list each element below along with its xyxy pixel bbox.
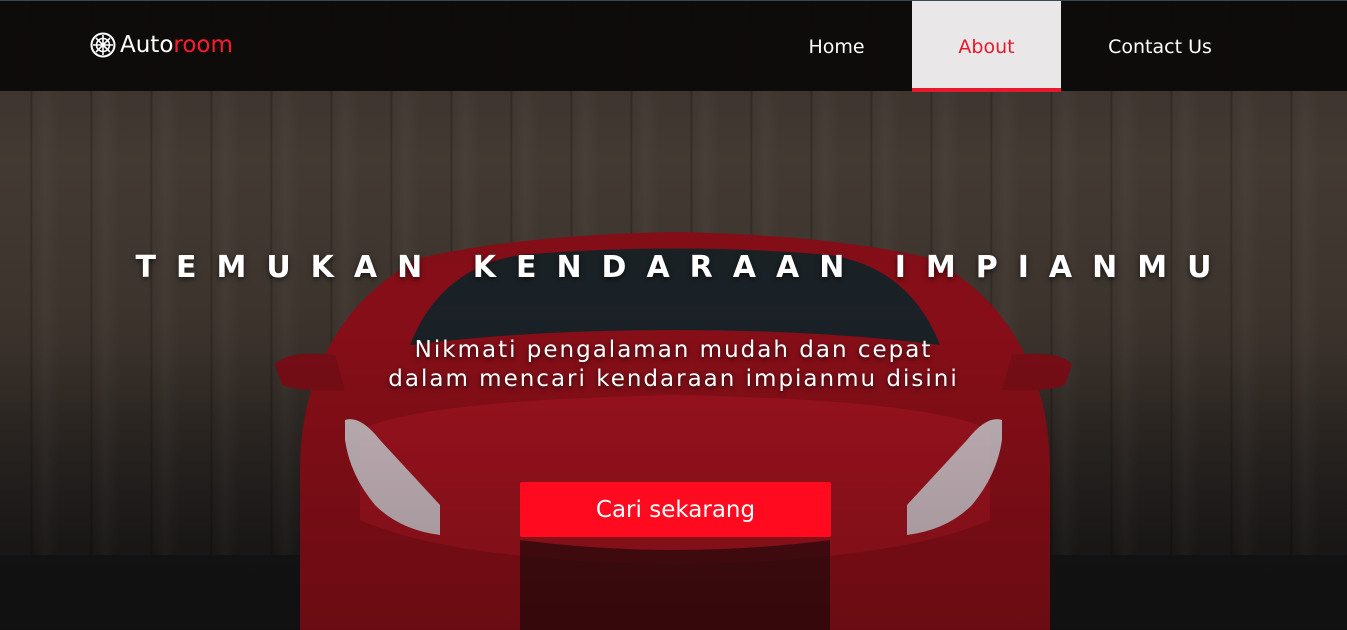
wheel-icon	[90, 32, 116, 58]
hero-subtitle: Nikmati pengalaman mudah dan cepat dalam…	[0, 336, 1347, 394]
brand-name-accent: room	[173, 32, 233, 58]
brand-name: Autoroom	[120, 31, 233, 59]
landing-page: Autoroom Home About Contact Us TEMUKAN K…	[0, 0, 1347, 630]
hero-subtitle-line-2: dalam mencari kendaraan impianmu disini	[388, 366, 959, 392]
main-nav: Home About Contact Us	[761, 1, 1347, 92]
nav-item-home[interactable]: Home	[761, 1, 912, 92]
hero-subtitle-line-1: Nikmati pengalaman mudah dan cepat	[414, 337, 933, 363]
nav-item-contact-us[interactable]: Contact Us	[1061, 1, 1259, 92]
brand-logo[interactable]: Autoroom	[90, 31, 233, 59]
hero-title: TEMUKAN KENDARAAN IMPIANMU	[135, 250, 1232, 285]
search-now-button[interactable]: Cari sekarang	[520, 482, 831, 537]
brand-name-primary: Auto	[120, 32, 174, 58]
top-navbar: Autoroom Home About Contact Us	[0, 0, 1347, 92]
nav-item-about[interactable]: About	[912, 1, 1061, 92]
